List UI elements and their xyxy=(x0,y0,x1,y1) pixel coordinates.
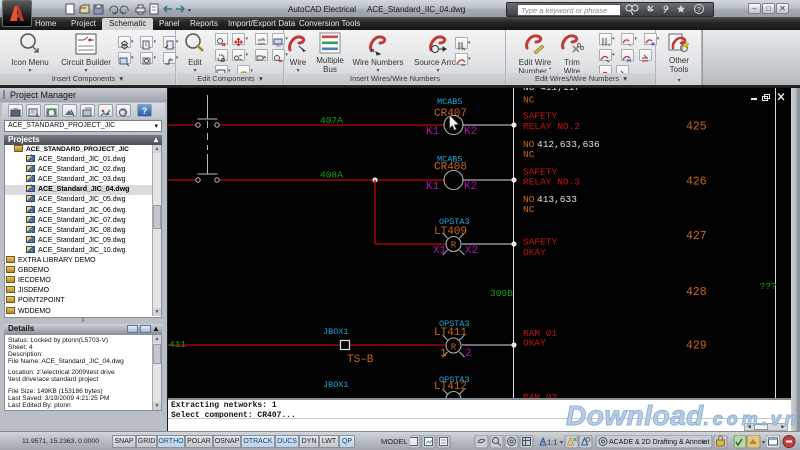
svg-text:K2: K2 xyxy=(464,181,477,193)
svg-text:R: R xyxy=(451,343,457,353)
svg-text:SAFETY: SAFETY xyxy=(523,237,558,248)
svg-text:?: ? xyxy=(697,7,701,14)
svg-text:LT411: LT411 xyxy=(434,327,467,339)
svg-text:▾: ▾ xyxy=(560,440,563,446)
svg-text:429: 429 xyxy=(686,340,707,353)
svg-text:MCAB5: MCAB5 xyxy=(437,97,463,107)
svg-text:JBOX1: JBOX1 xyxy=(323,380,349,390)
svg-text:SAFETY: SAFETY xyxy=(523,111,558,122)
svg-text:NC: NC xyxy=(523,204,535,215)
svg-text:428: 428 xyxy=(686,286,707,299)
svg-text:CR408: CR408 xyxy=(434,162,467,174)
svg-text:425: 425 xyxy=(686,121,707,134)
svg-text:???: ??? xyxy=(760,281,777,292)
svg-text:1: 1 xyxy=(440,348,447,360)
svg-text:411: 411 xyxy=(169,339,186,350)
svg-text:2: 2 xyxy=(465,348,472,360)
svg-text:K2: K2 xyxy=(464,126,477,138)
svg-text:▾: ▾ xyxy=(188,8,191,14)
svg-text:LT412: LT412 xyxy=(434,381,467,393)
svg-text:1:1: 1:1 xyxy=(547,438,557,447)
svg-text:TS–B: TS–B xyxy=(347,354,374,366)
svg-text:OKAY: OKAY xyxy=(523,338,546,349)
svg-text:R: R xyxy=(451,241,457,251)
svg-text:RELAY NO.3: RELAY NO.3 xyxy=(523,177,580,188)
svg-text:407A: 407A xyxy=(320,115,343,126)
svg-text:K1: K1 xyxy=(426,126,440,138)
svg-text:NC: NC xyxy=(523,95,535,106)
svg-text:X1: X1 xyxy=(433,245,447,257)
svg-text:408A: 408A xyxy=(320,170,343,181)
svg-text:RELAY NO.2: RELAY NO.2 xyxy=(523,121,580,132)
svg-text:309B: 309B xyxy=(490,288,513,299)
svg-text:JBOX1: JBOX1 xyxy=(323,327,349,337)
svg-text:K1: K1 xyxy=(426,181,440,193)
svg-text:426: 426 xyxy=(686,176,707,189)
svg-text:412,633,636: 412,633,636 xyxy=(537,139,600,150)
svg-text:LT409: LT409 xyxy=(434,226,467,238)
svg-text:NC: NC xyxy=(523,149,535,160)
svg-text:413,633: 413,633 xyxy=(537,194,577,205)
svg-text:OKAY: OKAY xyxy=(523,247,546,258)
svg-text:427: 427 xyxy=(686,230,707,243)
svg-text:X2: X2 xyxy=(465,245,478,257)
svg-text:NO 411,117: NO 411,117 xyxy=(523,88,580,93)
